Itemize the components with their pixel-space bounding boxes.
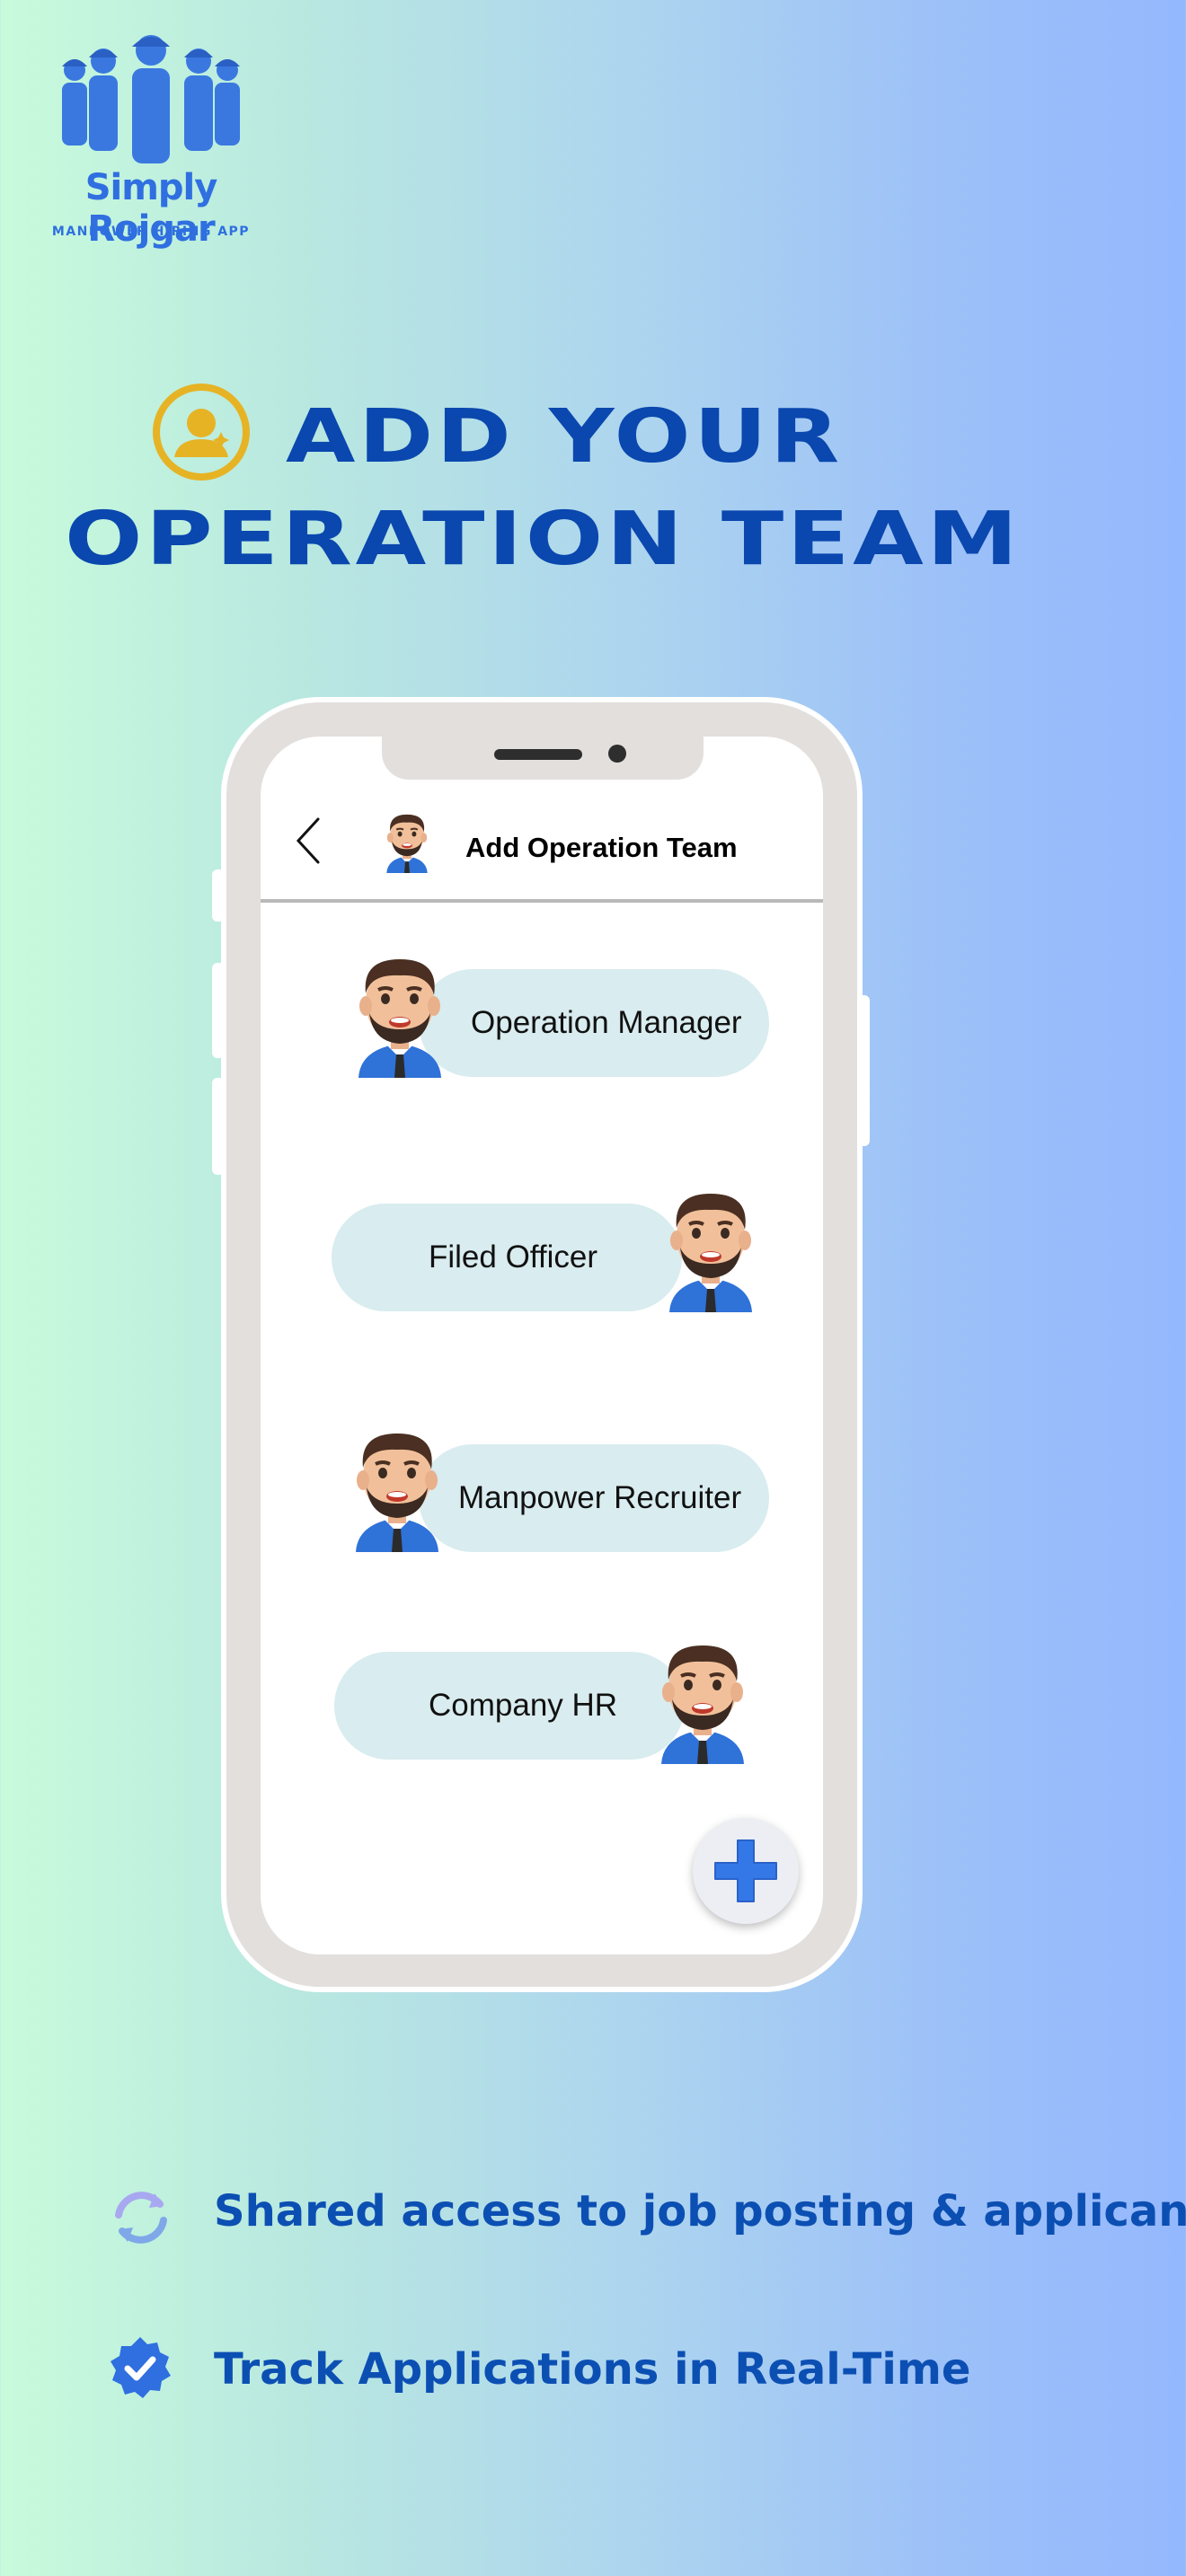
avatar xyxy=(653,1178,768,1312)
phone-camera xyxy=(608,745,626,763)
brand-logo: Simply Rojgar MANPOWER HIRING APP xyxy=(16,32,286,250)
avatar xyxy=(342,943,457,1078)
chevron-left-icon[interactable] xyxy=(293,816,323,866)
headline-line-2: OPERATION TEAM xyxy=(65,497,1022,582)
add-member-button[interactable] xyxy=(693,1818,799,1924)
role-label: Manpower Recruiter xyxy=(458,1480,742,1515)
role-label: Filed Officer xyxy=(429,1239,598,1275)
user-badge-icon xyxy=(153,384,250,481)
verified-badge-icon xyxy=(111,2337,171,2398)
avatar xyxy=(376,807,438,873)
phone-speaker xyxy=(494,749,582,760)
role-label: Company HR xyxy=(429,1688,618,1723)
refresh-icon xyxy=(115,2192,167,2244)
headline-line-1: ADD YOUR xyxy=(286,394,843,480)
brand-tagline: MANPOWER HIRING APP xyxy=(51,225,251,239)
role-item-company-hr[interactable]: Company HR xyxy=(334,1652,685,1760)
header-divider xyxy=(261,899,823,903)
workers-logo-icon xyxy=(62,35,240,163)
feature-track-applications: Track Applications in Real-Time xyxy=(214,2344,971,2395)
role-item-operation-manager[interactable]: Operation Manager xyxy=(419,969,769,1077)
role-label: Operation Manager xyxy=(471,1005,742,1040)
phone-screen xyxy=(261,737,823,1954)
avatar xyxy=(340,1417,455,1552)
avatar xyxy=(645,1629,760,1764)
page-title: Add Operation Team xyxy=(465,832,738,863)
role-item-manpower-recruiter[interactable]: Manpower Recruiter xyxy=(419,1444,769,1552)
role-item-filed-officer[interactable]: Filed Officer xyxy=(332,1204,682,1311)
feature-shared-access: Shared access to job posting & applicant… xyxy=(214,2186,1186,2236)
plus-icon xyxy=(714,1839,777,1902)
